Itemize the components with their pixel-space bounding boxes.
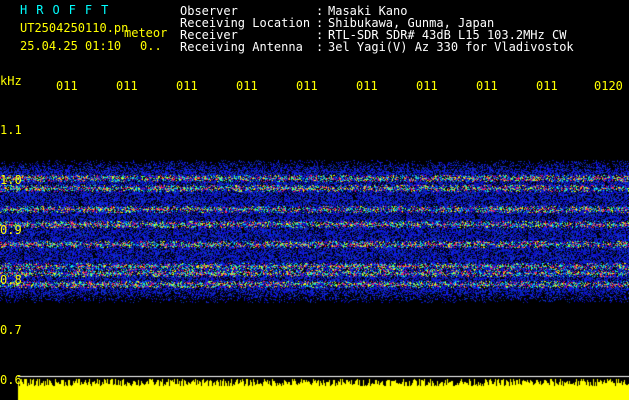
time-tick-label: 011 xyxy=(236,79,258,93)
antenna-value: 3el Yagi(V) Az 330 for Vladivostok xyxy=(328,40,574,54)
time-tick-label: 011 xyxy=(356,79,378,93)
freq-tick-label: 0.7 xyxy=(0,323,22,337)
freq-tick-label: 0.8 xyxy=(0,273,22,287)
freq-tick-label: 0.9 xyxy=(0,223,22,237)
antenna-label: Receiving Antenna xyxy=(180,40,303,54)
time-tick-label: 011 xyxy=(416,79,438,93)
time-tick-label: 011 xyxy=(476,79,498,93)
freq-tick-label: 1.0 xyxy=(0,173,22,187)
counter-label: 0.. xyxy=(140,39,162,53)
time-tick-label: 011 xyxy=(116,79,138,93)
filename-label: UT2504250110.pn xyxy=(20,21,129,35)
antenna-sep: : xyxy=(316,40,324,54)
spectrogram-canvas xyxy=(0,96,629,400)
freq-tick-label: 0.6 xyxy=(0,373,22,387)
mode-label: meteor xyxy=(124,26,168,40)
time-tick-label: 011 xyxy=(296,79,318,93)
freq-tick-label: 1.1 xyxy=(0,123,22,137)
time-tick-label: 011 xyxy=(56,79,78,93)
freq-unit-label: kHz xyxy=(0,74,22,88)
datetime-label: 25.04.25 01:10 xyxy=(20,39,122,53)
time-tick-label: 011 xyxy=(536,79,558,93)
time-tick-label: 0120 xyxy=(594,79,623,93)
app-brand: HROFFT xyxy=(20,3,118,17)
time-tick-label: 011 xyxy=(176,79,198,93)
